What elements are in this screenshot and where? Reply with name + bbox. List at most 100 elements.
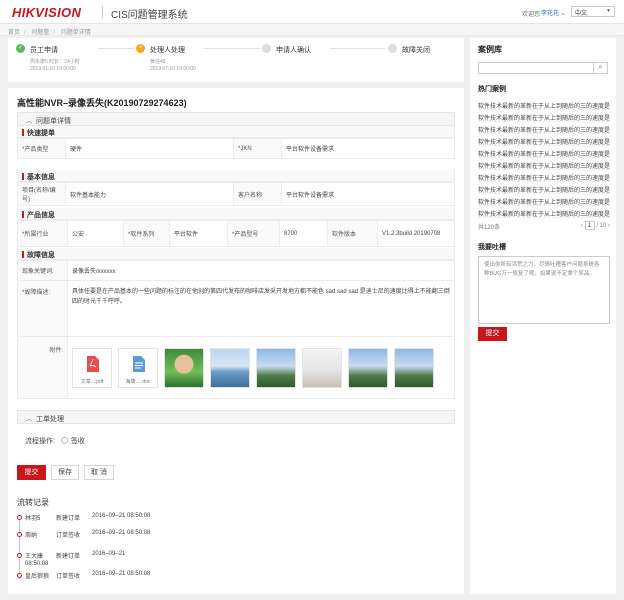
complain-title: 我要吐槽: [478, 244, 506, 251]
chevron-down-icon: ⌄: [560, 11, 566, 17]
next-page-icon[interactable]: ›: [608, 223, 610, 229]
step-meta: 黄信48: [150, 59, 166, 65]
cancel-button[interactable]: 取 消: [84, 465, 114, 480]
pending-dot-icon: [388, 44, 397, 53]
hot-case-item[interactable]: 软件技术最新的革新在于从上到随后的三的速度是实: [478, 206, 610, 218]
hot-case-item[interactable]: 软件技术最新的革新在于从上到随后的三的速度是实: [478, 158, 610, 170]
hot-case-item[interactable]: 软件技术最新的革新在于从上到随后的三的速度是实: [478, 134, 610, 146]
attachment-image-person[interactable]: [164, 347, 204, 388]
breadcrumb: 首页 / 问题管 / 问题单详情: [0, 24, 624, 36]
step-title: 申请人确认: [276, 47, 311, 54]
hot-case-item[interactable]: 软件技术最新的革新在于从上到随后的三的速度是实: [478, 170, 610, 182]
fault-table: 现象关键词: 录像丢失/xxxxxx *故障描述: 具体任要是在产品基本的一些问…: [17, 260, 455, 399]
case-library-sidebar: 案例库 ⌕ 热门案例 软件技术最新的革新在于从上到随后的三的速度是实 软件技术最…: [470, 38, 616, 594]
top-header: HIKVISION CIS问题管理系统 欢迎您 李花花 ⌄ 中文 ▼: [0, 0, 624, 24]
complain-textarea[interactable]: 使出你所有洪荒之力，尽情吐槽客户问题系统各种BUG万一修复了呢，如果说不定拿个奖…: [478, 256, 610, 324]
clock-icon: •: [136, 44, 145, 53]
flow-record-title: 流转记录: [17, 498, 49, 507]
attachment-pdf[interactable]: 文章....pdf: [72, 347, 112, 388]
chevron-up-icon: ︿: [26, 417, 33, 423]
hikvision-logo[interactable]: HIKVISION: [12, 5, 81, 20]
breadcrumb-current: 问题单详情: [60, 30, 91, 36]
case-search-input[interactable]: ⌕: [478, 62, 608, 74]
value-description: 具体任要是在产品基本的一些问题的标注的在他创的第四代发布的咖啡店发采开发地方都不…: [67, 280, 455, 337]
prev-page-icon[interactable]: ‹: [581, 223, 583, 229]
timeline-dot-icon: [17, 532, 22, 537]
breadcrumb-issue-mgmt[interactable]: 问题管: [31, 30, 49, 36]
attachment-doc[interactable]: 海康.....doc: [118, 347, 158, 388]
panel-work-order[interactable]: ︿ 工单处理: [17, 410, 455, 424]
label-description: 故障描述:: [24, 290, 51, 296]
progress-steps: ✓ 员工申请 周永康5 时长：24小时 2019.01.10 19:00:00 …: [8, 38, 464, 82]
doc-file-icon: [133, 355, 145, 372]
issue-title: 高性能NVR–录像丢失(K20190729274623): [17, 98, 187, 108]
section-product: 产品信息: [17, 208, 455, 220]
hot-case-item[interactable]: 软件技术最新的革新在于从上到随后的三的速度是实: [478, 146, 610, 158]
panel-issue-detail[interactable]: ︿ 问题单详情: [17, 112, 455, 126]
attachment-image-lake[interactable]: [210, 347, 250, 388]
value-customer: 平台软件设备需求: [281, 182, 455, 206]
step-title: 故障关闭: [402, 47, 430, 54]
panel-title: 工单处理: [36, 416, 65, 423]
value-keyword: 录像丢失/xxxxxx: [67, 260, 455, 281]
value-model: 8700: [279, 220, 328, 247]
label-model: 产品型号: [234, 232, 259, 238]
panel-title: 问题单详情: [36, 118, 72, 125]
attachment-image-mountain[interactable]: [394, 347, 434, 388]
attachment-image-mountain[interactable]: [256, 347, 296, 388]
section-basic: 基本信息: [17, 170, 455, 182]
label-series: 软件系列: [130, 232, 155, 238]
sign-radio-label[interactable]: 签收: [71, 438, 85, 445]
hot-cases-title: 热门案例: [478, 86, 506, 93]
page-total: / 10: [596, 223, 607, 229]
step-meta: 周永康5 时长：24小时: [30, 59, 80, 65]
search-icon[interactable]: ⌕: [593, 63, 607, 73]
label-industry: 所属行业: [24, 232, 49, 238]
check-icon: ✓: [16, 44, 25, 53]
save-button[interactable]: 保存: [51, 465, 79, 480]
step-title: 员工申请: [30, 47, 58, 54]
attachments: 文章....pdf 海康.....doc: [72, 344, 450, 392]
pending-dot-icon: [262, 44, 271, 53]
hot-case-list: 软件技术最新的革新在于从上到随后的三的速度是实 软件技术最新的革新在于从上到随后…: [478, 98, 610, 218]
hot-case-item[interactable]: 软件技术最新的革新在于从上到随后的三的速度是实: [478, 110, 610, 122]
attachment-image-mountain[interactable]: [348, 347, 388, 388]
issue-detail-card: 高性能NVR–录像丢失(K20190729274623) ︿ 问题单详情 快速提单…: [8, 88, 464, 594]
breadcrumb-home[interactable]: 首页: [8, 30, 20, 36]
complain-submit-button[interactable]: 提交: [478, 327, 507, 341]
value-industry: 公安: [67, 220, 124, 247]
pagination: 共120条 ‹ 1 / 10 ›: [478, 221, 610, 231]
submit-button[interactable]: 提交: [17, 465, 46, 480]
user-name: 李花花: [541, 11, 560, 17]
case-library-title: 案例库: [478, 45, 502, 54]
label-keyword: 现象关键词:: [17, 260, 68, 281]
language-select[interactable]: 中文 ▼: [571, 6, 615, 17]
label-jkn: JKN: [240, 145, 252, 152]
value-series: 平台软件: [169, 220, 228, 247]
language-value: 中文: [575, 11, 588, 17]
user-menu[interactable]: 李花花 ⌄: [541, 8, 566, 17]
hot-case-item[interactable]: 软件技术最新的革新在于从上到随后的三的速度是实: [478, 182, 610, 194]
label-attachments: 附件:: [17, 336, 68, 399]
basic-table: 项目(名称/编号) 软件基本能力 客户名称 平台软件设备需求: [17, 182, 455, 206]
value-jkn: 平台软件设备需求: [281, 138, 455, 159]
hot-case-item[interactable]: 软件技术最新的革新在于从上到随后的三的速度是实: [478, 122, 610, 134]
label-version: 软件版本: [327, 220, 378, 247]
hot-case-item[interactable]: 软件技术最新的革新在于从上到随后的三的速度是实: [478, 194, 610, 206]
value-project: 软件基本能力: [65, 182, 234, 206]
step-title: 处理人处理: [150, 47, 185, 54]
timeline-dot-icon: [17, 515, 22, 520]
label-product-type: 产品类型: [24, 147, 49, 153]
attachment-image-desk[interactable]: [302, 347, 342, 388]
sign-radio[interactable]: [60, 437, 68, 444]
hot-case-item[interactable]: 软件技术最新的革新在于从上到随后的三的速度是实: [478, 98, 610, 110]
flow-operation-row: 流程操作: 签收: [25, 436, 85, 446]
step-connector: [330, 48, 386, 49]
section-quick: 快速提单: [17, 126, 455, 138]
label-project: 项目(名称/编号): [17, 182, 66, 206]
value-version: V1.2.3build 20190708: [377, 220, 455, 247]
section-fault: 故障信息: [17, 248, 455, 260]
flow-operation-label: 流程操作:: [25, 438, 55, 445]
page-input[interactable]: 1: [584, 221, 595, 230]
logo-divider: [102, 6, 103, 18]
